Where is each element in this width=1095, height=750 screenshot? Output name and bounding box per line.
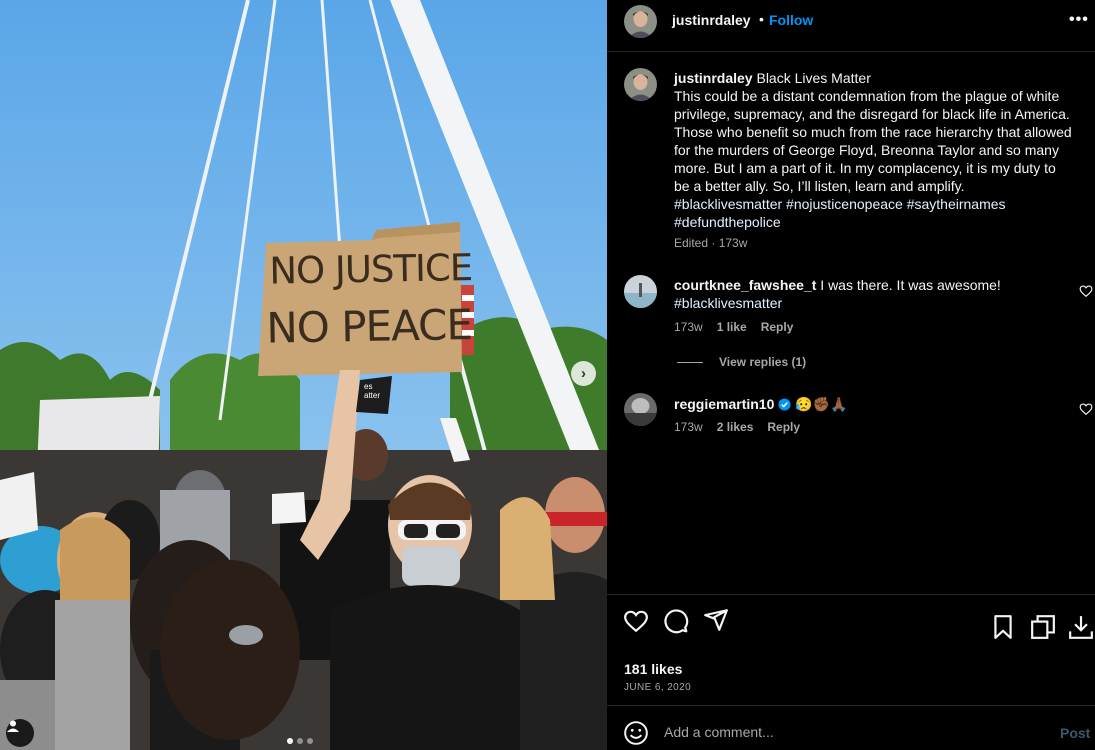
more-options-icon[interactable]: ••• — [1069, 11, 1089, 29]
hashtag-link[interactable]: #blacklivesmatter — [674, 196, 782, 212]
comment-likes[interactable]: 2 likes — [717, 420, 754, 434]
comment-meta: 173w 2 likes Reply — [674, 420, 800, 434]
carousel-dot — [307, 738, 313, 744]
like-comment-heart-icon[interactable] — [1079, 402, 1093, 416]
comment-meta: 173w 1 like Reply — [674, 320, 793, 334]
add-comment-bar: Post — [607, 705, 1095, 750]
post-actions: 181 likes JUNE 6, 2020 — [607, 594, 1095, 704]
hashtag-link[interactable]: #defundthepolice — [674, 214, 781, 230]
profile-photo — [624, 393, 657, 426]
user-icon — [7, 720, 19, 732]
comment-username[interactable]: courtknee_fawshee_t — [674, 277, 816, 293]
comments-section: justinrdaley Black Lives Matter This cou… — [607, 53, 1095, 593]
reply-button[interactable]: Reply — [767, 420, 800, 434]
comment-input[interactable] — [664, 718, 1044, 746]
caption-body: This could be a distant condemnation fro… — [674, 88, 1072, 194]
comment-text: courtknee_fawshee_t I was there. It was … — [674, 276, 1064, 312]
post-photo[interactable]: NO JUSTICE NO PEACE es atter › — [0, 0, 607, 750]
comment-body: 😥✊🏾🙏🏾 — [795, 396, 848, 412]
heart-icon[interactable] — [623, 608, 649, 634]
caption-username[interactable]: justinrdaley — [674, 70, 753, 86]
avatar[interactable] — [624, 393, 657, 426]
comment-age: 173w — [674, 420, 703, 434]
avatar[interactable] — [624, 5, 657, 38]
reply-button[interactable]: Reply — [761, 320, 794, 334]
carousel-dot — [287, 738, 293, 744]
sign-text: NO JUSTICE NO PEACE — [261, 238, 473, 371]
download-icon[interactable] — [1068, 614, 1094, 640]
post-details-panel: justinrdaley • Follow ••• justinrdaley B… — [607, 0, 1095, 750]
verified-badge-icon — [778, 397, 791, 411]
comment-likes[interactable]: 1 like — [717, 320, 747, 334]
view-replies-label: View replies (1) — [719, 355, 807, 369]
carousel-indicator — [287, 738, 313, 744]
protest-photo-illustration — [0, 0, 607, 750]
post-header: justinrdaley • Follow ••• — [607, 0, 1095, 52]
like-comment-heart-icon[interactable] — [1079, 284, 1093, 298]
tagged-users-button[interactable] — [6, 719, 34, 747]
likes-count[interactable]: 181 likes — [624, 661, 682, 677]
comment-username[interactable]: reggiemartin10 — [674, 395, 774, 413]
view-replies-button[interactable]: View replies (1) — [677, 355, 806, 369]
hashtag-link[interactable]: #blacklivesmatter — [674, 295, 782, 311]
follow-button[interactable]: Follow — [769, 12, 813, 28]
separator: • — [759, 11, 764, 27]
bookmark-icon[interactable] — [990, 614, 1016, 640]
share-icon[interactable] — [703, 607, 729, 633]
divider — [677, 361, 703, 363]
post-author-username[interactable]: justinrdaley — [672, 12, 751, 28]
small-sign-text: es atter — [364, 382, 381, 400]
comment-text: reggiemartin10 😥✊🏾🙏🏾 — [674, 395, 848, 413]
chevron-right-icon: › — [581, 365, 586, 382]
comment-age: 173w — [674, 320, 703, 334]
sign-line-1: NO JUSTICE — [269, 246, 473, 293]
sign-line-2: NO PEACE — [265, 300, 473, 353]
profile-photo — [624, 68, 657, 101]
hashtag-link[interactable]: #saytheirnames — [907, 196, 1006, 212]
post-comment-button[interactable]: Post — [1060, 725, 1090, 741]
next-photo-button[interactable]: › — [571, 361, 596, 386]
post-date: JUNE 6, 2020 — [624, 682, 692, 693]
avatar[interactable] — [624, 275, 657, 308]
profile-photo — [624, 5, 657, 38]
hashtag-link[interactable]: #nojusticenopeace — [786, 196, 903, 212]
profile-photo — [624, 275, 657, 308]
post-caption: justinrdaley Black Lives Matter This cou… — [674, 69, 1074, 231]
comment-icon[interactable] — [663, 608, 689, 634]
comment-body: I was there. It was awesome! — [820, 277, 1001, 293]
emoji-icon[interactable] — [623, 720, 649, 746]
caption-intro: Black Lives Matter — [756, 70, 871, 86]
avatar[interactable] — [624, 68, 657, 101]
caption-meta: Edited · 173w — [674, 236, 748, 250]
carousel-dot — [297, 738, 303, 744]
collection-icon[interactable] — [1030, 614, 1056, 640]
